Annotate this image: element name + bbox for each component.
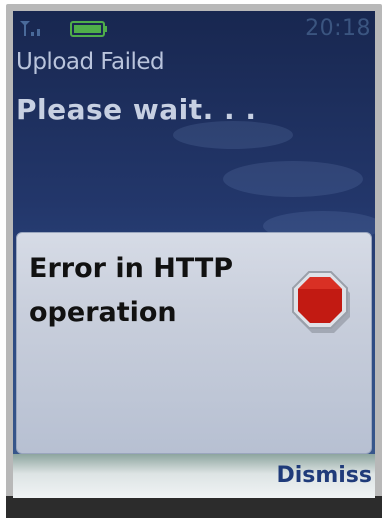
error-message: Error in HTTP operation [29,247,269,335]
background-decoration [223,161,363,197]
device-frame-bottom [6,496,382,518]
battery-icon [70,21,107,37]
dismiss-button[interactable]: Dismiss [276,463,372,488]
signal-strength-icon [20,21,40,36]
status-bar: 20:18 [13,11,375,41]
phone-screen: 20:18 Upload Failed Please wait. . . Err… [13,11,375,498]
stop-sign-icon [292,271,350,333]
clock: 20:18 [305,16,371,41]
softkey-bar: Dismiss [13,454,375,498]
screen-title: Upload Failed [16,49,165,75]
error-message-line-2: operation [29,297,177,328]
error-dialog: Error in HTTP operation [16,232,372,454]
error-message-line-1: Error in HTTP [29,253,234,284]
status-message: Please wait. . . [16,93,257,126]
